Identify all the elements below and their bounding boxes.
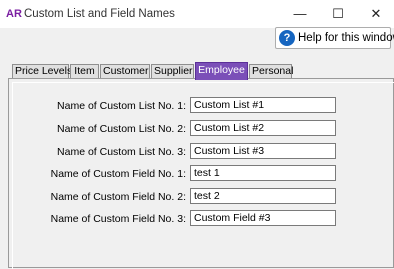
help-button-label: Help for this window xyxy=(298,32,394,44)
tab-price-levels[interactable]: Price Levels xyxy=(12,64,72,79)
help-icon: ? xyxy=(279,30,295,46)
window-title: Custom List and Field Names xyxy=(24,8,175,20)
custom-list-3-input[interactable]: Custom List #3 xyxy=(190,143,336,159)
custom-list-3-label: Name of Custom List No. 3: xyxy=(57,146,186,158)
help-button[interactable]: ? Help for this window xyxy=(275,27,394,49)
tab-supplier[interactable]: Supplier xyxy=(151,64,194,79)
custom-list-2-input[interactable]: Custom List #2 xyxy=(190,120,336,136)
custom-list-1-label: Name of Custom List No. 1: xyxy=(57,100,186,112)
close-button[interactable]: ✕ xyxy=(366,4,386,24)
tab-personal[interactable]: Personal xyxy=(249,64,293,79)
custom-field-1-input[interactable]: test 1 xyxy=(190,165,336,181)
tab-employee[interactable]: Employee xyxy=(195,62,248,80)
tab-item[interactable]: Item xyxy=(70,64,99,79)
tab-customer[interactable]: Customer xyxy=(100,64,150,79)
maximize-button[interactable]: ☐ xyxy=(328,4,348,24)
custom-field-1-label: Name of Custom Field No. 1: xyxy=(50,168,186,180)
title-bar: AR Custom List and Field Names — ☐ ✕ xyxy=(0,0,394,28)
custom-list-2-label: Name of Custom List No. 2: xyxy=(57,123,186,135)
tab-strip: Price Levels Item Customer Supplier Empl… xyxy=(0,62,394,80)
app-logo-icon: AR xyxy=(6,8,22,20)
custom-field-2-label: Name of Custom Field No. 2: xyxy=(50,191,186,203)
custom-field-3-input[interactable]: Custom Field #3 xyxy=(190,210,336,226)
custom-field-3-label: Name of Custom Field No. 3: xyxy=(50,213,186,225)
custom-list-1-input[interactable]: Custom List #1 xyxy=(190,97,336,113)
employee-panel: Name of Custom List No. 1: Custom List #… xyxy=(8,78,394,269)
custom-field-2-input[interactable]: test 2 xyxy=(190,188,336,204)
minimize-button[interactable]: — xyxy=(290,4,310,24)
